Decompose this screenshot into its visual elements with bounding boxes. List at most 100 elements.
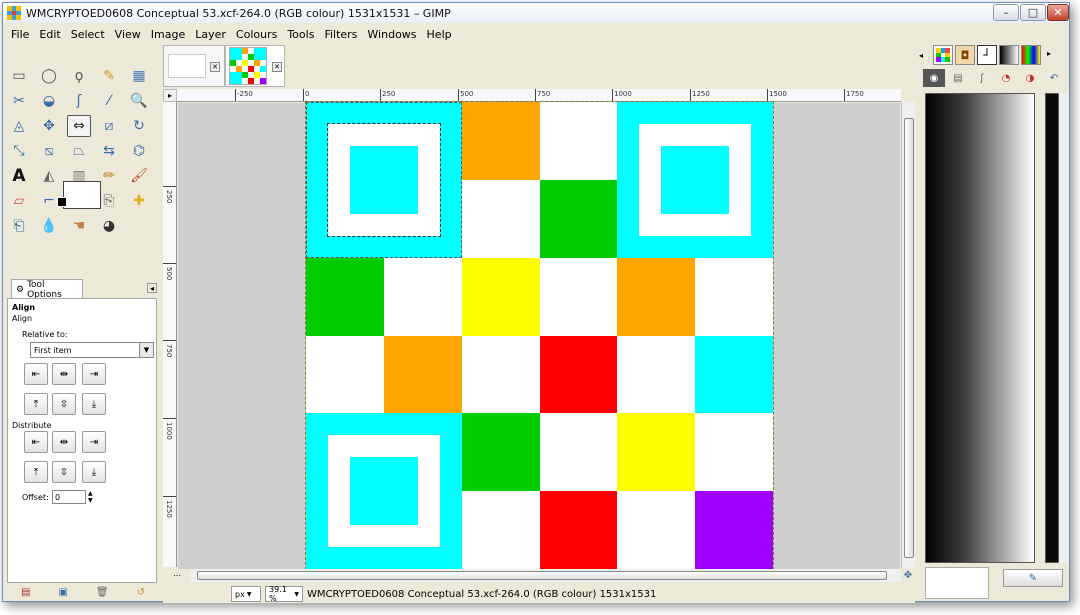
navigate-icon[interactable]: ✥: [901, 569, 915, 582]
pattern-tab[interactable]: [933, 45, 953, 65]
blur-icon[interactable]: 💧: [37, 215, 61, 237]
offset-spinner-icon[interactable]: ▲ ▼: [88, 490, 93, 504]
tool-options-tab[interactable]: ⚙ Tool Options: [11, 279, 83, 300]
align-right-button[interactable]: ⇥: [82, 363, 106, 385]
scroll-arrow-icon[interactable]: ▸: [1047, 49, 1051, 58]
menu-colours[interactable]: Colours: [236, 28, 277, 41]
dock-menu-icon[interactable]: ◂: [147, 283, 157, 293]
color-swatches[interactable]: [57, 179, 107, 215]
menu-view[interactable]: View: [115, 28, 141, 41]
mask-toggle-icon[interactable]: ⋯: [163, 569, 191, 582]
align-middle-button[interactable]: ⇳: [52, 393, 76, 415]
background-color-swatch[interactable]: [57, 197, 67, 207]
scissors-icon[interactable]: ✂: [7, 90, 31, 112]
paintbrush-icon[interactable]: 🖌: [127, 165, 151, 187]
align-icon[interactable]: ⇔: [67, 115, 91, 137]
offset-input[interactable]: 0: [52, 490, 86, 504]
zoom-icon[interactable]: 🔍: [127, 90, 151, 112]
align-bottom-button[interactable]: ⤓: [82, 393, 106, 415]
restore-options-icon[interactable]: ▣: [58, 587, 67, 601]
distribute-center-button[interactable]: ⇹: [52, 431, 76, 453]
ruler-label: 250: [165, 190, 173, 204]
fuzzy-select-icon[interactable]: ✎: [97, 65, 121, 87]
scale-icon[interactable]: ⤡: [7, 140, 31, 162]
menu-edit[interactable]: Edit: [39, 28, 60, 41]
zoom-select[interactable]: 39.1 % ▼: [265, 585, 303, 603]
ellipse-select-icon[interactable]: ◯: [37, 65, 61, 87]
smudge-icon[interactable]: ☚: [67, 215, 91, 237]
perspective-clone-icon[interactable]: ⎗: [7, 215, 31, 237]
menu-help[interactable]: Help: [427, 28, 452, 41]
menu-file[interactable]: File: [11, 28, 29, 41]
distribute-bottom-button[interactable]: ⤓: [82, 461, 106, 483]
gradient-tab[interactable]: [999, 45, 1019, 65]
free-select-icon[interactable]: ϙ: [67, 65, 91, 87]
undo-history-icon[interactable]: ↶: [1043, 69, 1065, 87]
layers-icon[interactable]: ◉: [923, 69, 945, 87]
menu-image[interactable]: Image: [151, 28, 185, 41]
menu-layer[interactable]: Layer: [195, 28, 226, 41]
menu-filters[interactable]: Filters: [324, 28, 357, 41]
eraser-icon[interactable]: ▱: [7, 190, 31, 212]
paths-panel-icon[interactable]: ʃ: [971, 69, 993, 87]
brush-tab[interactable]: ◘: [955, 45, 975, 65]
align-top-button[interactable]: ⤒: [24, 393, 48, 415]
perspective-icon[interactable]: ⏢: [67, 140, 91, 162]
palette-tab[interactable]: [1021, 45, 1041, 65]
vertical-scroll-thumb[interactable]: [904, 118, 914, 558]
image-canvas[interactable]: [305, 101, 774, 570]
gradient-preview[interactable]: [925, 93, 1035, 563]
crop-icon[interactable]: ⧄: [97, 115, 121, 137]
rotate-icon[interactable]: ↻: [127, 115, 151, 137]
paths-icon[interactable]: ʃ: [67, 90, 91, 112]
color-select-icon[interactable]: ▦: [127, 65, 151, 87]
image-cell: [617, 257, 696, 336]
flip-icon[interactable]: ⇆: [97, 140, 121, 162]
maximize-button[interactable]: □: [1020, 4, 1046, 21]
foreground-select-icon[interactable]: ◒: [37, 90, 61, 112]
menu-tools[interactable]: Tools: [287, 28, 314, 41]
chevron-down-icon[interactable]: ▼: [139, 343, 153, 357]
unit-select[interactable]: px ▼: [231, 586, 261, 602]
horizontal-scrollbar[interactable]: [191, 569, 901, 582]
histogram-icon[interactable]: ◑: [1019, 69, 1041, 87]
horizontal-scroll-thumb[interactable]: [197, 571, 887, 580]
edit-button[interactable]: ✎: [1003, 569, 1063, 587]
ruler-label: 0: [305, 90, 310, 98]
move-icon[interactable]: ✥: [37, 115, 61, 137]
rect-select-icon[interactable]: ▭: [7, 65, 31, 87]
distribute-middle-button[interactable]: ⇳: [52, 461, 76, 483]
image-tab-blank[interactable]: ✕: [163, 45, 225, 87]
quick-mask-corner-icon[interactable]: ▸: [163, 89, 177, 102]
gradient-preview-secondary[interactable]: [1045, 93, 1059, 563]
distribute-right-button[interactable]: ⇥: [82, 431, 106, 453]
dock-menu-icon[interactable]: ◂: [919, 51, 923, 60]
channels-icon[interactable]: ▤: [947, 69, 969, 87]
minimize-button[interactable]: –: [993, 4, 1019, 21]
tool-preset-tab[interactable]: ┘: [977, 45, 997, 65]
menu-select[interactable]: Select: [71, 28, 105, 41]
colormap-icon[interactable]: ◔: [995, 69, 1017, 87]
cage-icon[interactable]: ⌬: [127, 140, 151, 162]
dock-scrollbar[interactable]: [1059, 93, 1069, 563]
color-picker-icon[interactable]: ⁄: [97, 90, 121, 112]
dodge-burn-icon[interactable]: ◕: [97, 215, 121, 237]
distribute-left-button[interactable]: ⇤: [24, 431, 48, 453]
save-options-icon[interactable]: ▤: [21, 587, 30, 601]
foreground-color-swatch[interactable]: [63, 181, 101, 209]
measure-icon[interactable]: ◬: [7, 115, 31, 137]
reset-options-icon[interactable]: ↺: [137, 587, 145, 601]
menu-windows[interactable]: Windows: [367, 28, 416, 41]
vertical-scrollbar[interactable]: [901, 102, 915, 568]
text-icon[interactable]: A: [7, 165, 31, 187]
align-left-button[interactable]: ⇤: [24, 363, 48, 385]
close-icon[interactable]: ✕: [210, 62, 220, 72]
align-center-button[interactable]: ⇹: [52, 363, 76, 385]
distribute-top-button[interactable]: ⤒: [24, 461, 48, 483]
close-button[interactable]: ✕: [1047, 4, 1069, 21]
close-icon[interactable]: ✕: [272, 62, 282, 72]
delete-options-icon[interactable]: 🗑: [96, 587, 109, 601]
relative-to-select[interactable]: First item ▼: [30, 342, 154, 358]
shear-icon[interactable]: ⧅: [37, 140, 61, 162]
heal-icon[interactable]: ✚: [127, 190, 151, 212]
